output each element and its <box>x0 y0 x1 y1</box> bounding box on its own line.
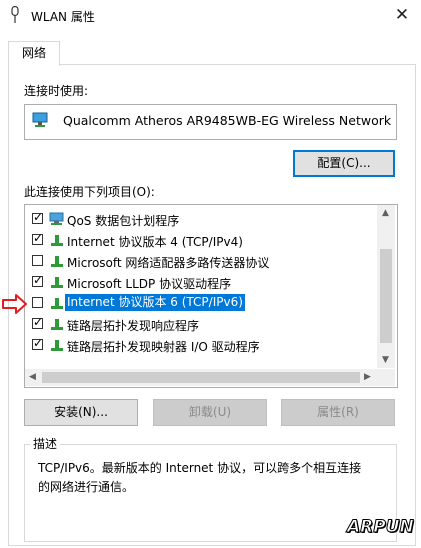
scroll-left-icon[interactable]: ◀ <box>29 372 36 382</box>
component-checkbox[interactable] <box>32 231 43 245</box>
list-item[interactable]: Internet 协议版本 4 (TCP/IPv4) <box>25 230 377 251</box>
horizontal-scroll-thumb[interactable] <box>42 372 360 383</box>
network-adapter-icon <box>32 112 48 127</box>
horizontal-scrollbar[interactable]: ◀ ▶ <box>25 369 377 386</box>
scroll-corner <box>377 369 395 386</box>
protocol-icon <box>51 277 63 288</box>
watermark-logo: ARPUN <box>347 517 415 538</box>
qos-icon <box>49 212 64 225</box>
adapter-name: Qualcomm Atheros AR9485WB-EG Wireless Ne… <box>63 113 391 128</box>
annotation-arrow-icon <box>2 294 27 314</box>
component-checkbox[interactable] <box>32 273 43 287</box>
adapter-field: Qualcomm Atheros AR9485WB-EG Wireless Ne… <box>24 104 397 140</box>
scroll-right-icon[interactable]: ▶ <box>364 372 371 382</box>
component-label: 链路层拓扑发现响应程序 <box>67 319 200 333</box>
list-item[interactable]: Microsoft LLDP 协议驱动程序 <box>25 272 377 293</box>
component-label: Microsoft 网络适配器多路传送器协议 <box>67 256 270 270</box>
items-label: 此连接使用下列项目(O): <box>24 185 155 199</box>
protocol-icon <box>51 256 63 267</box>
close-button[interactable]: ✕ <box>390 4 414 26</box>
tab-network[interactable]: 网络 <box>8 41 60 66</box>
component-label: Microsoft LLDP 协议驱动程序 <box>67 277 232 291</box>
scroll-up-icon[interactable]: ▲ <box>382 208 389 218</box>
list-item-selected[interactable]: Internet 协议版本 6 (TCP/IPv6) <box>25 293 377 314</box>
component-checkbox[interactable] <box>32 297 43 308</box>
uninstall-button[interactable]: 卸载(U) <box>153 399 267 426</box>
list-item[interactable]: 链路层拓扑发现映射器 I/O 驱动程序 <box>25 335 377 356</box>
component-checkbox[interactable] <box>32 210 43 224</box>
list-item[interactable]: Microsoft 网络适配器多路传送器协议 <box>25 251 377 272</box>
vertical-scroll-thumb[interactable] <box>380 249 392 343</box>
protocol-icon <box>51 298 63 309</box>
window-title: WLAN 属性 <box>31 10 95 24</box>
component-label: Internet 协议版本 6 (TCP/IPv6) <box>64 293 246 312</box>
component-checkbox[interactable] <box>32 315 43 329</box>
description-title: 描述 <box>30 435 61 452</box>
connect-using-label: 连接时使用: <box>24 84 89 98</box>
component-label: QoS 数据包计划程序 <box>67 214 180 228</box>
protocol-icon <box>51 319 63 330</box>
wlan-icon <box>11 6 19 23</box>
scroll-down-icon[interactable]: ▼ <box>382 355 389 365</box>
component-checkbox[interactable] <box>32 336 43 350</box>
component-list[interactable]: QoS 数据包计划程序 Internet 协议版本 4 (TCP/IPv4) M… <box>24 204 398 388</box>
protocol-icon <box>51 340 63 351</box>
vertical-scrollbar[interactable]: ▲ ▼ <box>377 205 395 368</box>
protocol-icon <box>51 235 63 246</box>
properties-button[interactable]: 属性(R) <box>281 399 395 426</box>
list-item[interactable]: QoS 数据包计划程序 <box>25 209 377 230</box>
title-bar: WLAN 属性 ✕ <box>0 0 421 32</box>
component-label: 链路层拓扑发现映射器 I/O 驱动程序 <box>67 340 260 354</box>
configure-button[interactable]: 配置(C)... <box>293 150 395 177</box>
install-button[interactable]: 安装(N)... <box>24 399 138 426</box>
description-text: TCP/IPv6。最新版本的 Internet 协议，可以跨多个相互连接的网络进… <box>38 461 362 494</box>
list-item[interactable]: 链路层拓扑发现响应程序 <box>25 314 377 335</box>
component-label: Internet 协议版本 4 (TCP/IPv4) <box>67 235 243 249</box>
component-checkbox[interactable] <box>32 255 43 266</box>
